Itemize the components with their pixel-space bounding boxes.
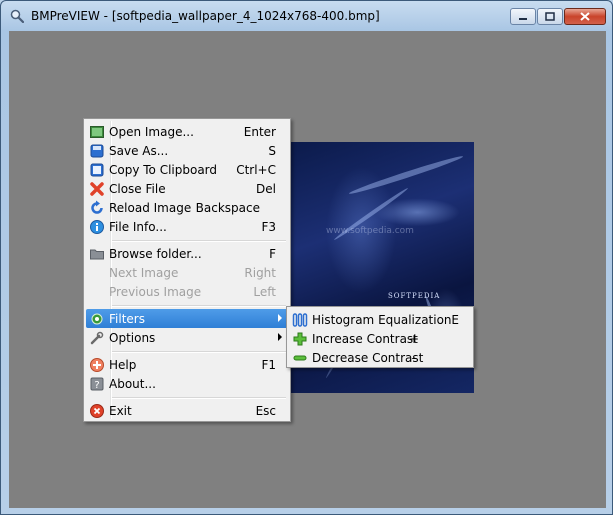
menu-item-browse-folder[interactable]: Browse folder... F: [86, 244, 288, 263]
magnifier-icon: [10, 9, 24, 23]
submenu-item-decrease-contrast[interactable]: Decrease Contrast -: [289, 348, 471, 367]
minimize-button[interactable]: [510, 8, 536, 25]
about-icon: ?: [90, 377, 104, 391]
submenu-item-histogram-equalization[interactable]: Histogram Equalization E: [289, 310, 471, 329]
menu-item-reload-image[interactable]: Reload Image Backspace: [86, 198, 288, 217]
menu-item-filters[interactable]: Filters: [86, 309, 288, 328]
menu-item-open-image[interactable]: Open Image... Enter: [86, 122, 288, 141]
menu-item-exit[interactable]: Exit Esc: [86, 401, 288, 420]
maximize-button[interactable]: [537, 8, 563, 25]
submenu-arrow-icon: [278, 333, 282, 341]
menu-item-help[interactable]: Help F1: [86, 355, 288, 374]
options-icon: [90, 331, 104, 345]
menu-item-next-image[interactable]: Next Image Right: [86, 263, 288, 282]
exit-icon: [90, 404, 104, 418]
menu-item-copy-to-clipboard[interactable]: Copy To Clipboard Ctrl+C: [86, 160, 288, 179]
minus-icon: [293, 355, 307, 361]
context-menu: Open Image... Enter Save As... S Copy To…: [83, 118, 291, 422]
caption-buttons: [509, 8, 606, 26]
wallpaper-faint-text: www.softpedia.com: [326, 226, 414, 236]
image-icon: [90, 126, 104, 138]
minimize-icon: [519, 17, 527, 20]
svg-text:?: ?: [94, 380, 99, 391]
menu-item-previous-image[interactable]: Previous Image Left: [86, 282, 288, 301]
filters-submenu: Histogram Equalization E Increase Contra…: [286, 306, 474, 368]
menu-item-close-file[interactable]: Close File Del: [86, 179, 288, 198]
filters-icon: [91, 313, 103, 325]
histogram-icon: [292, 313, 308, 327]
submenu-arrow-icon: [278, 314, 282, 322]
reload-icon: [91, 200, 103, 214]
info-icon: [90, 220, 104, 234]
menu-separator: [112, 397, 286, 399]
close-file-icon: [90, 182, 104, 196]
window-title: BMPreVIEW - [softpedia_wallpaper_4_1024x…: [31, 9, 380, 23]
menu-item-save-as[interactable]: Save As... S: [86, 141, 288, 160]
help-icon: [90, 358, 104, 372]
submenu-item-increase-contrast[interactable]: Increase Contrast +: [289, 329, 471, 348]
close-button[interactable]: [564, 8, 606, 25]
plus-icon: [293, 332, 307, 346]
close-icon: [580, 12, 590, 21]
menu-item-about[interactable]: ? About...: [86, 374, 288, 393]
menu-separator: [112, 351, 286, 353]
menu-separator: [112, 240, 286, 242]
menu-item-options[interactable]: Options: [86, 328, 288, 347]
save-icon: [90, 144, 104, 158]
folder-icon: [90, 249, 104, 260]
clipboard-icon: [90, 163, 104, 177]
menu-separator: [112, 305, 286, 307]
wallpaper-watermark: SOFTPEDIA: [388, 292, 441, 300]
menu-item-file-info[interactable]: File Info... F3: [86, 217, 288, 236]
title-bar[interactable]: BMPreVIEW - [softpedia_wallpaper_4_1024x…: [1, 1, 612, 31]
maximize-icon: [545, 12, 555, 21]
